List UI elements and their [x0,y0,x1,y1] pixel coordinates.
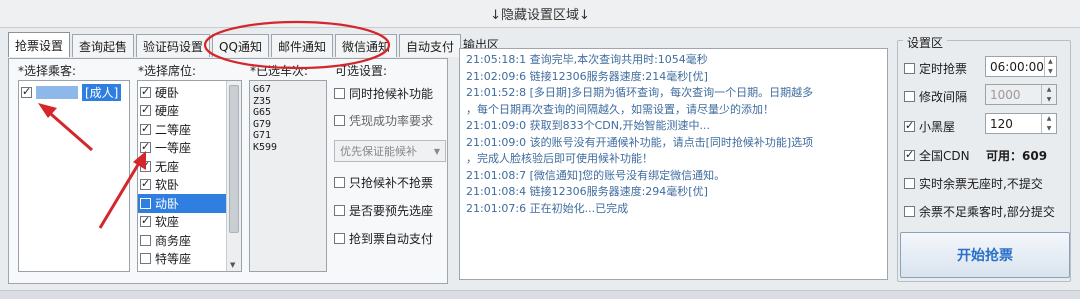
highlight-ellipse [203,20,391,70]
annotation-overlay [38,20,391,229]
arrow-to-seat [98,157,144,229]
